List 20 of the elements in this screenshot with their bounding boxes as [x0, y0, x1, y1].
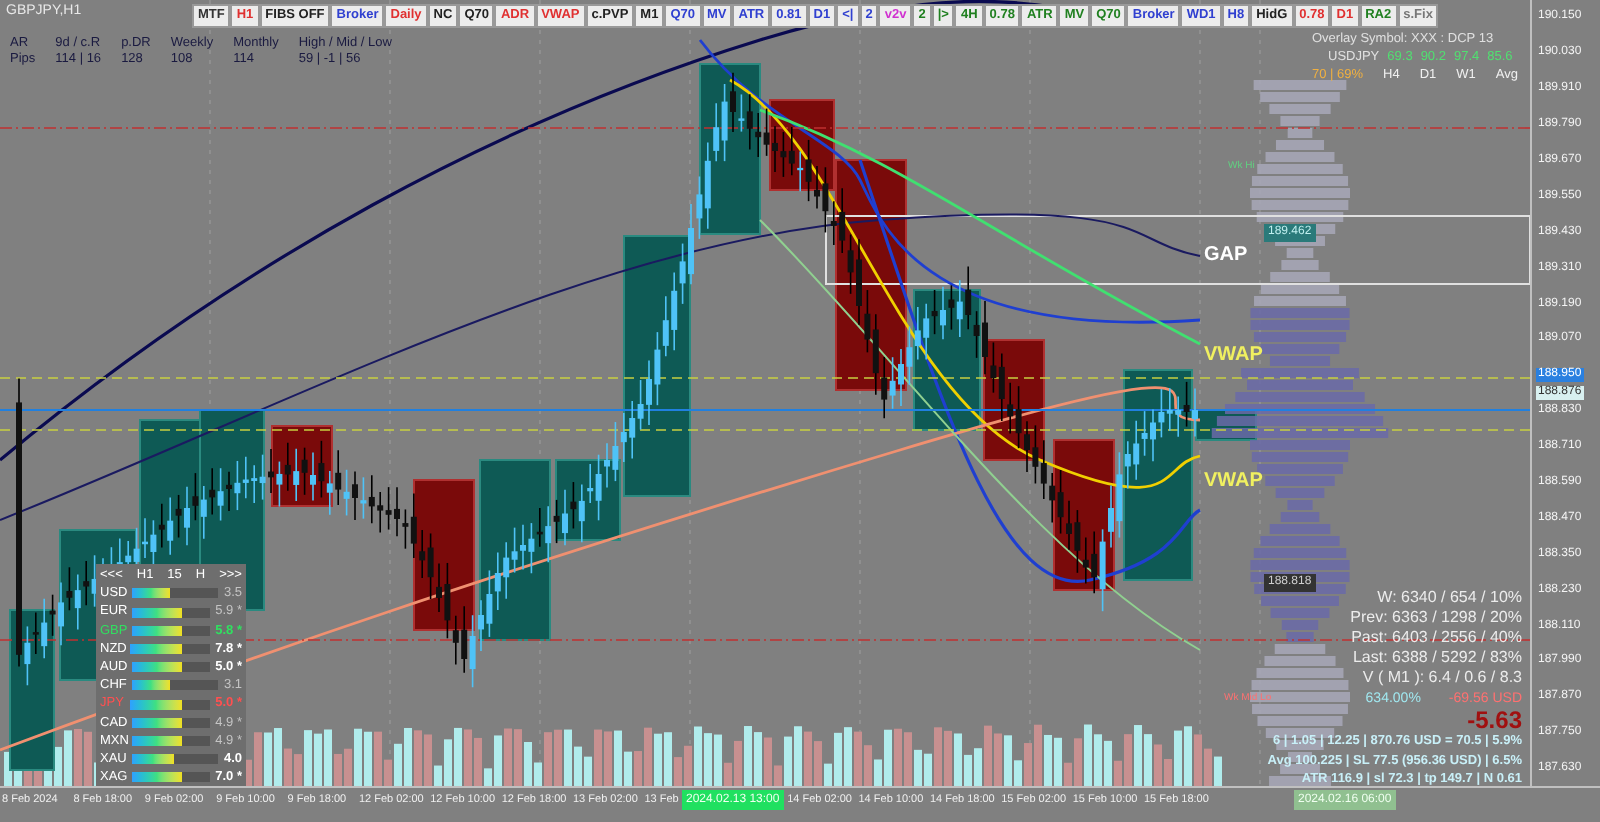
strength-meter — [129, 699, 210, 710]
vwap-label: VWAP — [1204, 342, 1263, 370]
volume-stat: W: 6340 / 654 / 10% — [1377, 588, 1522, 608]
strength-meter — [131, 754, 218, 765]
strength-meter — [131, 680, 218, 691]
volume-stat: Past: 6403 / 2556 / 40% — [1351, 628, 1522, 648]
volume-stat: Last: 6388 / 5292 / 83% — [1352, 648, 1522, 668]
strength-meter — [131, 717, 210, 728]
gap-label: GAP — [1204, 242, 1248, 270]
pnl-pips: -5.63 — [1467, 708, 1522, 732]
strength-meter — [131, 625, 210, 636]
strength-meter — [132, 735, 210, 746]
strength-meter — [130, 643, 210, 654]
volume-stat: V ( M1 ): 6.4 / 0.6 / 8.3 — [1362, 668, 1522, 688]
volume-stat: Prev: 6363 / 1298 / 20% — [1350, 608, 1522, 628]
strength-meter — [131, 662, 210, 673]
strength-meter — [131, 588, 218, 599]
strength-meter — [131, 772, 210, 783]
strength-meter — [131, 607, 210, 617]
vwap-label: VWAP — [1204, 468, 1263, 496]
